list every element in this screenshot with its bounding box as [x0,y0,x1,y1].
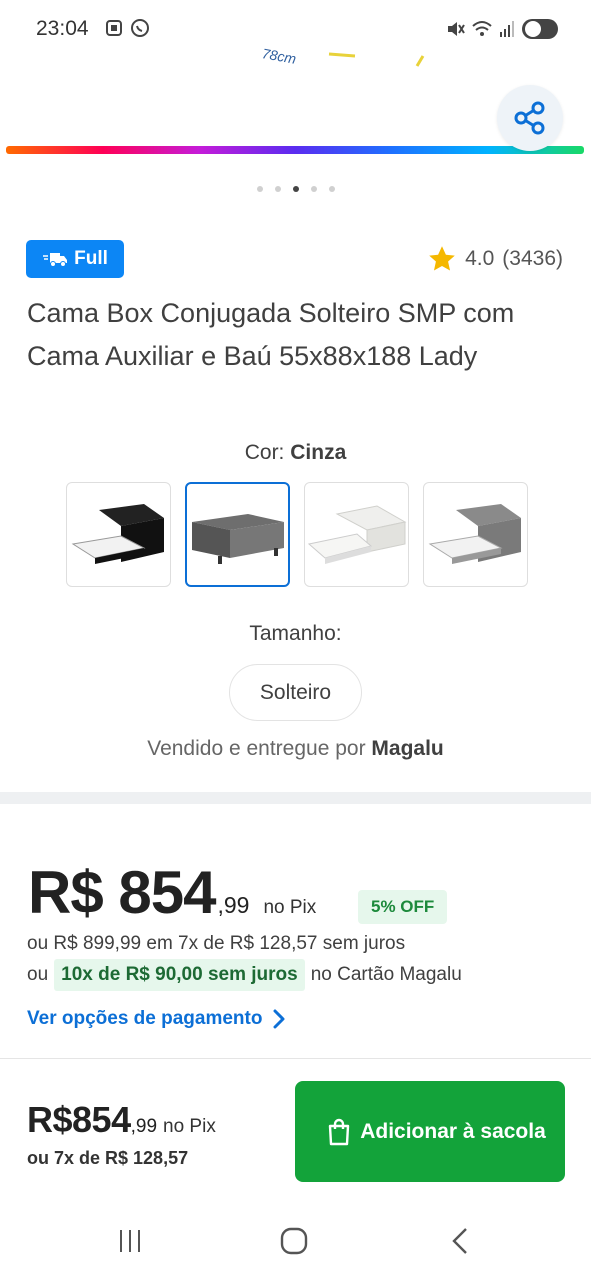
gallery-dot[interactable] [256,186,263,192]
status-time: 23:04 [36,17,89,40]
image-dimension-text: 78cm [260,45,298,67]
gallery-dot-active[interactable] [292,186,299,192]
buy-bar-price-main: R$854 [27,1099,131,1140]
color-label: Cor: Cinza [0,441,591,465]
section-divider [0,792,591,804]
home-icon [280,1227,308,1255]
pix-label: no Pix [263,897,317,918]
price-block: R$ 854 ,99 no Pix [28,858,316,927]
size-label: Tamanho: [249,622,342,645]
gallery-dot[interactable] [328,186,335,192]
add-to-bag-button[interactable]: Adicionar à sacola [295,1081,565,1182]
gallery-dot[interactable] [310,186,317,192]
truck-icon [43,253,68,267]
gallery-pagination [0,186,591,192]
buy-bar-price: R$854 ,99 no Pix [27,1099,216,1141]
card-prefix: ou [27,964,49,985]
badge-label: Full [74,248,108,269]
share-button[interactable] [497,85,563,151]
system-nav-bar [0,1203,591,1280]
bed-gray-alt-image [428,503,521,564]
price-main: R$ 854 [28,859,216,926]
rating-value: 4.0 [465,247,495,270]
bed-white-image [307,504,406,564]
buy-bar-price-cents: ,99 [130,1116,158,1137]
bed-black-image [71,503,164,564]
size-option-solteiro[interactable]: Solteiro [229,664,362,721]
seller-prefix: Vendido e entregue por [147,737,366,760]
back-button[interactable] [448,1227,472,1260]
installments-text: ou R$ 899,99 em 7x de R$ 128,57 sem juro… [27,933,406,954]
image-color-strip [6,146,584,154]
payment-options-label: Ver opções de pagamento [27,1008,263,1029]
color-option-gray-alt[interactable] [423,482,528,587]
recent-apps-button[interactable] [116,1227,144,1260]
product-rating[interactable]: 4.0 (3436) [427,245,563,273]
star-icon [429,246,455,271]
discount-badge: 5% OFF [358,890,448,924]
buy-bar: R$854 ,99 no Pix ou 7x de R$ 128,57 Adic… [0,1058,591,1203]
color-label-prefix: Cor: [244,441,285,464]
seller-name: Magalu [371,737,444,760]
buy-bar-installments: ou 7x de R$ 128,57 [27,1148,189,1168]
reviews-count: (3436) [502,247,563,270]
color-options [66,482,528,587]
color-option-gray[interactable] [185,482,290,587]
gallery-dot[interactable] [274,186,281,192]
buy-bar-pix-label: no Pix [163,1116,216,1137]
share-icon [514,101,545,135]
chevron-right-icon [273,1009,285,1029]
color-value: Cinza [290,441,347,464]
price-cents: ,99 [217,892,250,918]
back-icon [452,1228,467,1254]
seller-info: Vendido e entregue por Magalu [0,737,591,761]
color-option-black[interactable] [66,482,171,587]
image-fragment [328,52,425,67]
recent-apps-icon [120,1230,140,1252]
card-installments-highlight: 10x de R$ 90,00 sem juros [54,959,305,991]
card-suffix: no Cartão Magalu [310,964,462,985]
color-option-white[interactable] [304,482,409,587]
bed-gray-image [191,513,284,564]
card-offer: ou 10x de R$ 90,00 sem juros no Cartão M… [27,959,462,991]
full-delivery-badge: Full [26,240,124,278]
payment-options-link[interactable]: Ver opções de pagamento [27,1008,286,1030]
add-to-bag-label: Adicionar à sacola [360,1120,546,1143]
home-button[interactable] [280,1227,308,1260]
shopping-bag-icon [328,1118,350,1145]
product-title: Cama Box Conjugada Solteiro SMP com Cama… [27,298,515,371]
